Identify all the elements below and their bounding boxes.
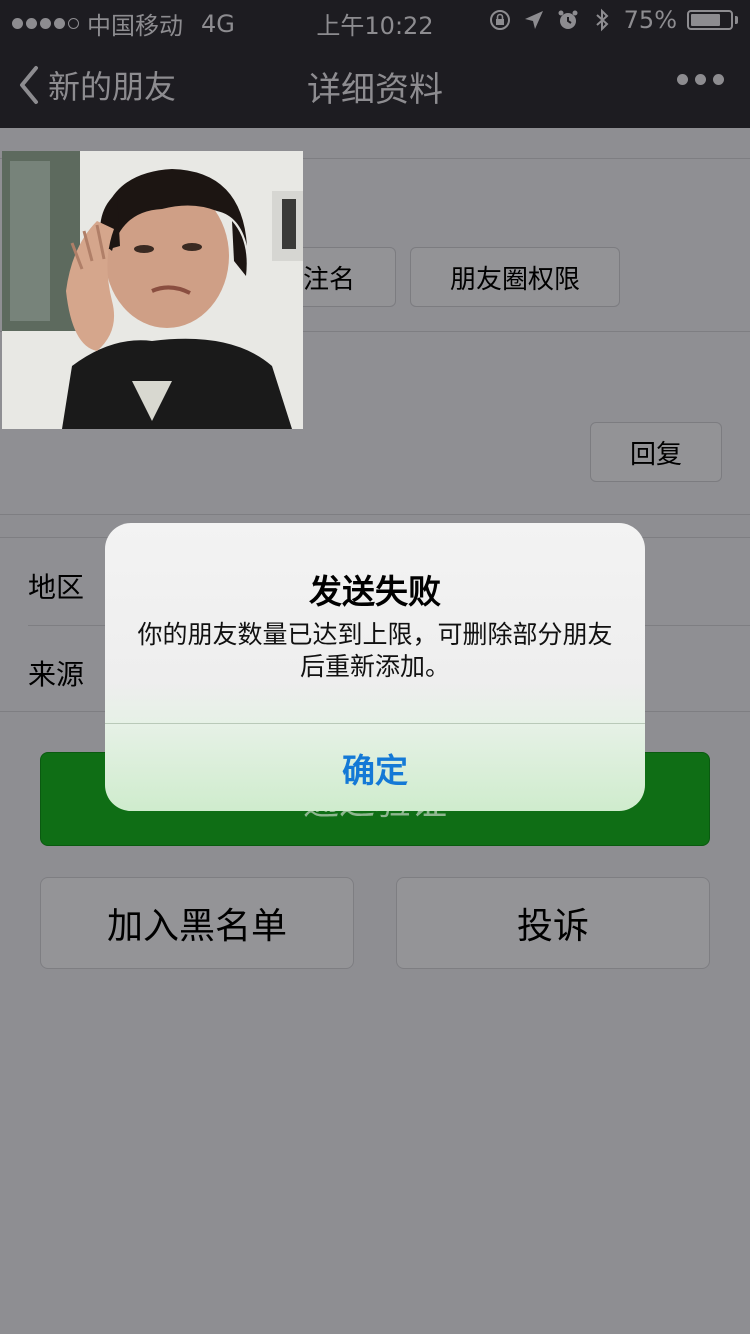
avatar-photo (2, 151, 303, 429)
battery-percent: 75% (623, 6, 677, 34)
alert-dialog: 发送失败 你的朋友数量已达到上限，可删除部分朋友后重新添加。 确定 (105, 523, 645, 811)
alarm-clock-icon (558, 10, 578, 29)
add-to-blacklist-button[interactable]: 加入黑名单 (40, 877, 354, 969)
confirm-button[interactable]: 确定 (105, 724, 645, 811)
reply-button[interactable]: 回复 (590, 422, 722, 482)
more-options-icon[interactable] (677, 74, 724, 85)
rotation-lock-icon (489, 10, 510, 30)
region-label: 地区 (28, 571, 85, 604)
source-label: 来源 (28, 658, 85, 691)
report-button[interactable]: 投诉 (396, 877, 710, 969)
alert-message: 你的朋友数量已达到上限，可删除部分朋友后重新添加。 (137, 620, 613, 681)
avatar[interactable] (2, 151, 303, 429)
moments-permission-button[interactable]: 朋友圈权限 (410, 247, 620, 307)
status-right: 75% (488, 6, 738, 34)
alert-title: 发送失败 (309, 572, 441, 611)
location-arrow-icon (524, 11, 543, 29)
navigation-bar: 新的朋友 详细资料 (0, 40, 750, 128)
status-bar: 中国移动 4G 上午10:22 75% (0, 0, 750, 40)
bluetooth-icon (595, 8, 609, 32)
page-title: 详细资料 (307, 70, 443, 110)
battery-icon (687, 10, 738, 30)
